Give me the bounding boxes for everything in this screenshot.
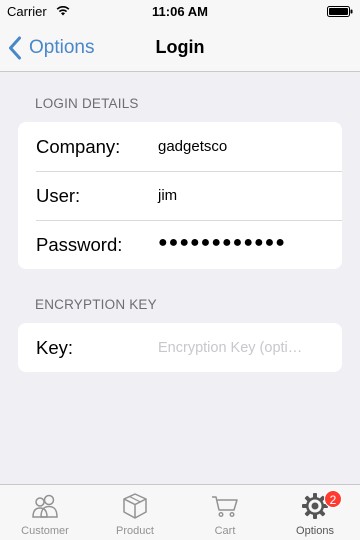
tab-options[interactable]: 2 Options (270, 485, 360, 540)
status-bar: Carrier 11:06 AM (0, 0, 360, 24)
user-field[interactable]: jim (158, 187, 177, 204)
product-icon (123, 493, 147, 519)
page-title: Login (155, 37, 205, 57)
tab-cart-label: Cart (214, 525, 236, 537)
customer-icon (32, 494, 58, 518)
battery-icon (327, 6, 353, 17)
company-row[interactable]: Company: gadgetsco (18, 122, 342, 171)
options-badge: 2 (324, 490, 342, 508)
status-time: 11:06 AM (152, 4, 208, 19)
tab-customer[interactable]: Customer (0, 485, 90, 540)
tab-customer-label: Customer (21, 525, 69, 537)
login-details-header: LOGIN DETAILS (35, 96, 139, 111)
password-label: Password: (36, 233, 123, 255)
company-field[interactable]: gadgetsco (158, 138, 227, 155)
tab-options-label: Options (296, 525, 334, 537)
encryption-key-header: ENCRYPTION KEY (35, 297, 157, 312)
tab-product-label: Product (116, 525, 154, 537)
tab-product[interactable]: Product (90, 485, 180, 540)
key-row[interactable]: Key: (18, 323, 342, 372)
tab-bar: Customer Product Cart 2 Options (0, 484, 360, 540)
login-details-group: Company: gadgetsco User: jim Password: ●… (18, 122, 342, 269)
key-label: Key: (36, 336, 74, 358)
user-label: User: (36, 184, 81, 206)
user-row[interactable]: User: jim (18, 171, 342, 220)
password-row[interactable]: Password: ●●●●●●●●●●●● (18, 220, 342, 269)
password-field[interactable]: ●●●●●●●●●●●● (158, 234, 286, 252)
encryption-key-input[interactable] (158, 339, 330, 356)
company-label: Company: (36, 135, 121, 157)
navigation-bar: Options Login (0, 24, 360, 72)
encryption-key-group: Key: (18, 323, 342, 372)
cart-icon (212, 496, 238, 518)
tab-cart[interactable]: Cart (180, 485, 270, 540)
